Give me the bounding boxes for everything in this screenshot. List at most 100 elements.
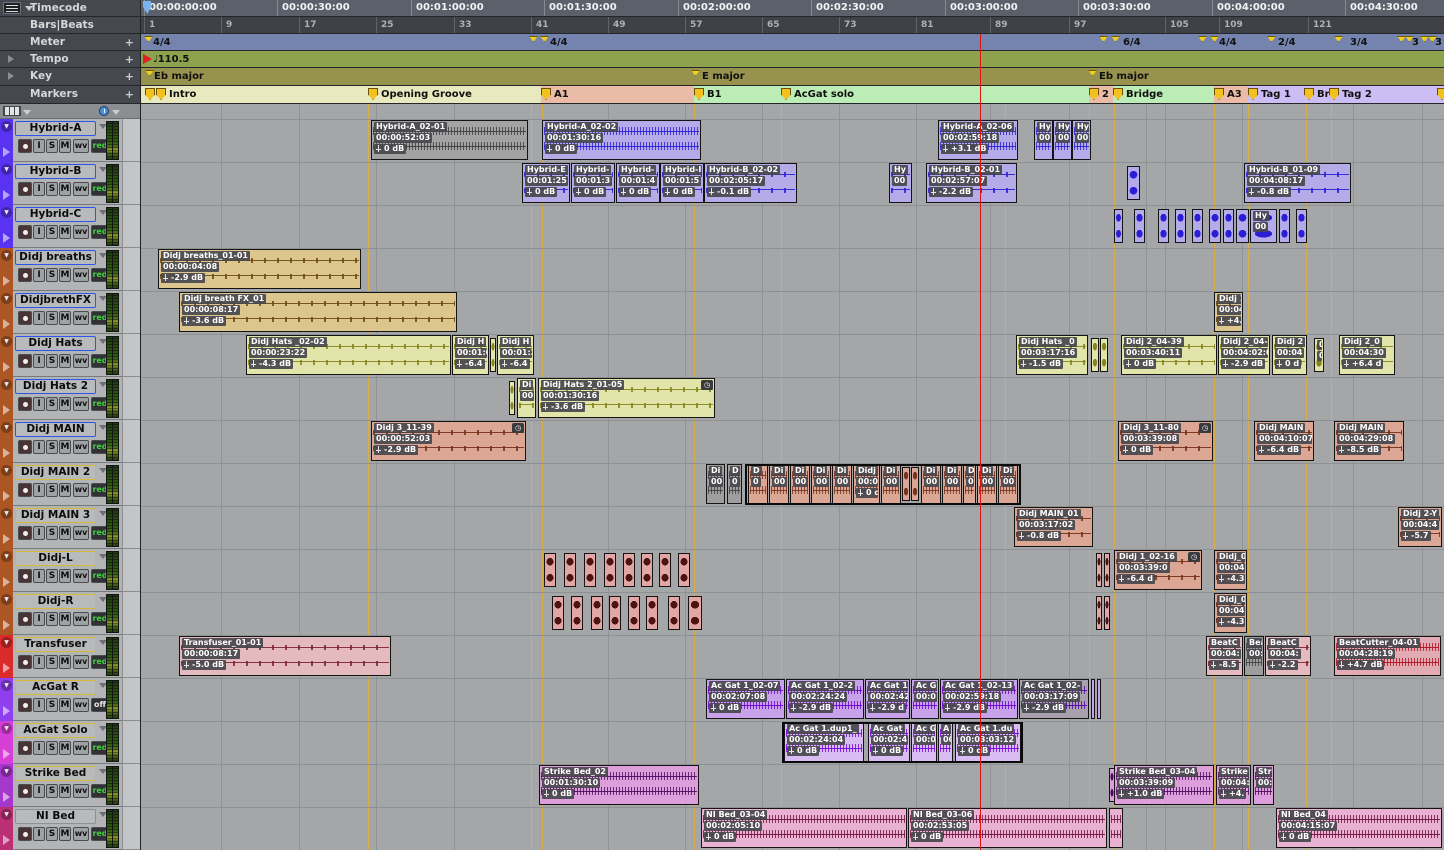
audio-clip[interactable]: Transfuser_01-0100:00:08:17-5.0 dB	[179, 636, 391, 676]
audio-clip[interactable]	[1097, 679, 1101, 719]
mute-button[interactable]: M	[59, 655, 71, 669]
track-collapse-button[interactable]: ▼	[1, 250, 12, 261]
audio-clip[interactable]: Didj Hats _000:03:17:16-1.5 dB	[1016, 335, 1088, 375]
audio-clip[interactable]: Didj MAIN00:04:29:08-8.5 dB	[1334, 421, 1404, 461]
waveform-view-button[interactable]: wv	[73, 268, 89, 282]
audio-clip[interactable]	[911, 467, 919, 501]
key-expander-icon[interactable]	[8, 72, 14, 80]
track-collapse-button[interactable]: ▼	[1, 551, 12, 562]
meter-change-icon[interactable]	[1210, 36, 1219, 42]
track-name-ni-bed[interactable]: NI Bed	[15, 809, 96, 824]
track-play-arrow-icon[interactable]	[3, 147, 10, 157]
meter-change-icon[interactable]	[1267, 36, 1276, 42]
audio-clip[interactable]: D0	[727, 464, 742, 504]
audio-clip[interactable]: Hybrid-B_02-0200:02:05:17-0.1 dB	[704, 163, 797, 203]
audio-clip[interactable]: Didj MAIN00:04:10:07-6.4 dB	[1254, 421, 1314, 461]
audio-clip[interactable]	[584, 553, 596, 587]
audio-clip[interactable]	[668, 596, 680, 630]
timeline[interactable]: Hybrid-A_02-0100:00:52:030 dBHybrid-A_02…	[140, 104, 1444, 850]
audio-clip[interactable]: Bea00:	[1244, 636, 1264, 676]
track-play-arrow-icon[interactable]	[3, 319, 10, 329]
audio-clip[interactable]: NI Bed_0400:04:15:070 dB	[1276, 808, 1442, 848]
waveform-view-button[interactable]: wv	[73, 397, 89, 411]
audio-clip[interactable]: Di00	[921, 464, 941, 504]
audio-clip[interactable]: Didj Hats _02-0200:00:23:22-4.3 dB	[246, 335, 451, 375]
track-name-transfuser[interactable]: Transfuser	[15, 637, 96, 652]
waveform-view-button[interactable]: wv	[73, 311, 89, 325]
meter-change-icon[interactable]	[1088, 70, 1097, 76]
track-play-arrow-icon[interactable]	[3, 663, 10, 673]
meter-change-icon[interactable]	[1420, 36, 1429, 42]
record-enable-button[interactable]	[18, 698, 32, 712]
solo-button[interactable]: S	[46, 139, 58, 153]
mute-button[interactable]: M	[59, 268, 71, 282]
audio-clip[interactable]	[1091, 338, 1099, 372]
audio-clip[interactable]: Didj 2_04-3900:03:40:110 dB	[1121, 335, 1217, 375]
ruler-meter-row[interactable]: 4/44/46/44/42/43/433	[140, 34, 1444, 51]
meter-change-icon[interactable]	[145, 70, 154, 76]
audio-clip[interactable]: Hybrid-I00:01:50 dB	[660, 163, 704, 203]
mute-button[interactable]: M	[59, 440, 71, 454]
track-name-didj-hats-2[interactable]: Didj Hats 2	[15, 379, 96, 394]
track-name-strike-bed[interactable]: Strike Bed	[15, 766, 96, 781]
input-button[interactable]: I	[33, 655, 45, 669]
input-button[interactable]: I	[33, 569, 45, 583]
audio-clip[interactable]: Ac Gat00:02:40 dB	[868, 722, 910, 762]
mute-button[interactable]: M	[59, 741, 71, 755]
audio-clip[interactable]: Didj_000:04:-4.3	[1214, 593, 1247, 633]
audio-clip[interactable]	[1236, 209, 1249, 243]
track-play-arrow-icon[interactable]	[3, 276, 10, 286]
audio-clip[interactable]	[659, 553, 671, 587]
meter-change-icon[interactable]	[144, 36, 153, 42]
audio-clip[interactable]	[646, 596, 658, 630]
audio-clip[interactable]: Di00	[998, 464, 1018, 504]
mute-button[interactable]: M	[59, 354, 71, 368]
audio-clip[interactable]: BeatCutter_04-0100:04:28:19+4.7 dB	[1334, 636, 1441, 676]
audio-clip[interactable]: Hybrid-00:01:30 dB	[571, 163, 615, 203]
record-enable-button[interactable]	[18, 827, 32, 841]
input-button[interactable]: I	[33, 354, 45, 368]
audio-clip[interactable]: NI Bed_03-0600:02:53:050 dB	[908, 808, 1107, 848]
track-play-arrow-icon[interactable]	[3, 448, 10, 458]
meter-change-icon[interactable]	[1397, 36, 1406, 42]
track-name-didj-l[interactable]: Didj-L	[15, 551, 96, 566]
solo-button[interactable]: S	[46, 182, 58, 196]
track-name-didjbrethfx[interactable]: DidjbrethFX	[15, 293, 96, 308]
audio-clip[interactable]: Hy00	[1250, 209, 1277, 243]
audio-clip[interactable]: Di00	[963, 464, 976, 504]
audio-clip[interactable]: Hy00	[1053, 120, 1072, 160]
audio-clip[interactable]: Di00	[706, 464, 725, 504]
audio-clip[interactable]: NI Bed_03-0400:02:05:100 dB	[701, 808, 907, 848]
track-play-arrow-icon[interactable]	[3, 190, 10, 200]
key-add-button[interactable]: +	[125, 69, 134, 85]
audio-clip[interactable]: Ac Gat 100:02:42-2.9 d	[865, 679, 910, 719]
solo-button[interactable]: S	[46, 827, 58, 841]
audio-clip[interactable]	[490, 338, 496, 372]
meter-change-icon[interactable]	[1111, 36, 1120, 42]
mute-button[interactable]: M	[59, 182, 71, 196]
input-button[interactable]: I	[33, 698, 45, 712]
audio-clip[interactable]: Hybrid-A_02-0600:02:59:18+3.1 dB	[938, 120, 1018, 160]
track-collapse-button[interactable]: ▼	[1, 164, 12, 175]
track-name-didj-r[interactable]: Didj-R	[15, 594, 96, 609]
clock-icon[interactable]	[99, 106, 109, 116]
audio-clip[interactable]: BeatC00:04:-8.5	[1206, 636, 1243, 676]
mute-button[interactable]: M	[59, 827, 71, 841]
track-collapse-button[interactable]: ▼	[1, 207, 12, 218]
meter-change-icon[interactable]	[1334, 36, 1343, 42]
audio-clip[interactable]: Strike Bed_0200:01:30:100 dB	[539, 765, 699, 805]
track-collapse-button[interactable]: ▼	[1, 121, 12, 132]
audio-clip[interactable]	[591, 596, 603, 630]
audio-clip[interactable]: Hy00	[1034, 120, 1053, 160]
audio-clip[interactable]: Didj breath FX_0100:00:08:17-3.6 dB	[179, 292, 457, 332]
audio-clip[interactable]	[1279, 209, 1290, 243]
audio-clip[interactable]	[678, 553, 690, 587]
input-button[interactable]: I	[33, 182, 45, 196]
audio-clip[interactable]: Ac Gat 1_02-00:03:17:09-2.9 dB	[1019, 679, 1089, 719]
track-collapse-button[interactable]: ▼	[1, 766, 12, 777]
audio-clip[interactable]	[1104, 596, 1110, 630]
audio-clip[interactable]: Didj H00:01:2-6.4	[497, 335, 534, 375]
solo-button[interactable]: S	[46, 655, 58, 669]
track-play-arrow-icon[interactable]	[3, 792, 10, 802]
track-name-hybrid-c[interactable]: Hybrid-C	[15, 207, 96, 222]
